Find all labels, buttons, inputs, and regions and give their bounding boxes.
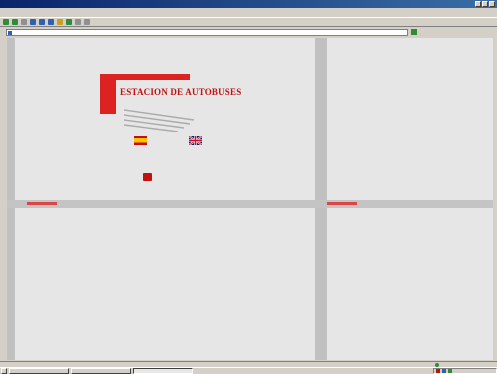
divider-marker bbox=[27, 202, 57, 205]
print-icon[interactable] bbox=[84, 19, 90, 25]
logo-stripes bbox=[124, 109, 194, 132]
refresh-icon[interactable] bbox=[30, 19, 36, 25]
minimize-button[interactable] bbox=[475, 1, 481, 7]
page-icon bbox=[8, 30, 12, 35]
title-bar[interactable] bbox=[0, 0, 497, 8]
divider-marker bbox=[327, 202, 357, 205]
browser-window: ESTACION DE AUTOBUSES bbox=[0, 0, 497, 374]
spanish-flag-icon[interactable] bbox=[134, 136, 147, 145]
home-icon[interactable] bbox=[39, 19, 45, 25]
phone-icon bbox=[143, 173, 152, 181]
mail-icon[interactable] bbox=[75, 19, 81, 25]
tray-icon[interactable] bbox=[436, 369, 440, 373]
horizontal-divider bbox=[7, 200, 493, 208]
maximize-button[interactable] bbox=[482, 1, 488, 7]
taskbar bbox=[0, 367, 497, 374]
station-logo[interactable]: ESTACION DE AUTOBUSES bbox=[100, 74, 241, 136]
address-input[interactable] bbox=[6, 28, 408, 36]
left-divider bbox=[7, 38, 15, 360]
tray-icon[interactable] bbox=[448, 369, 452, 373]
history-icon[interactable] bbox=[66, 19, 72, 25]
page-content: ESTACION DE AUTOBUSES bbox=[7, 38, 493, 360]
taskbar-item[interactable] bbox=[71, 368, 131, 374]
logo-shape bbox=[100, 74, 116, 114]
start-button[interactable] bbox=[1, 368, 7, 374]
toolbar bbox=[0, 17, 497, 27]
system-tray bbox=[433, 368, 497, 374]
search-icon[interactable] bbox=[48, 19, 54, 25]
logo-title: ESTACION DE AUTOBUSES bbox=[120, 87, 242, 97]
favorites-icon[interactable] bbox=[57, 19, 63, 25]
tray-icon[interactable] bbox=[442, 369, 446, 373]
window-controls bbox=[475, 1, 495, 7]
close-button[interactable] bbox=[489, 1, 495, 7]
go-button[interactable] bbox=[411, 29, 417, 35]
stop-icon[interactable] bbox=[21, 19, 27, 25]
taskbar-item[interactable] bbox=[9, 368, 69, 374]
menu-bar bbox=[0, 8, 497, 17]
address-bar bbox=[0, 27, 497, 37]
uk-flag-icon[interactable] bbox=[189, 136, 202, 145]
back-icon[interactable] bbox=[3, 19, 9, 25]
forward-icon[interactable] bbox=[12, 19, 18, 25]
middle-divider bbox=[315, 38, 327, 360]
taskbar-item-active[interactable] bbox=[133, 368, 193, 374]
